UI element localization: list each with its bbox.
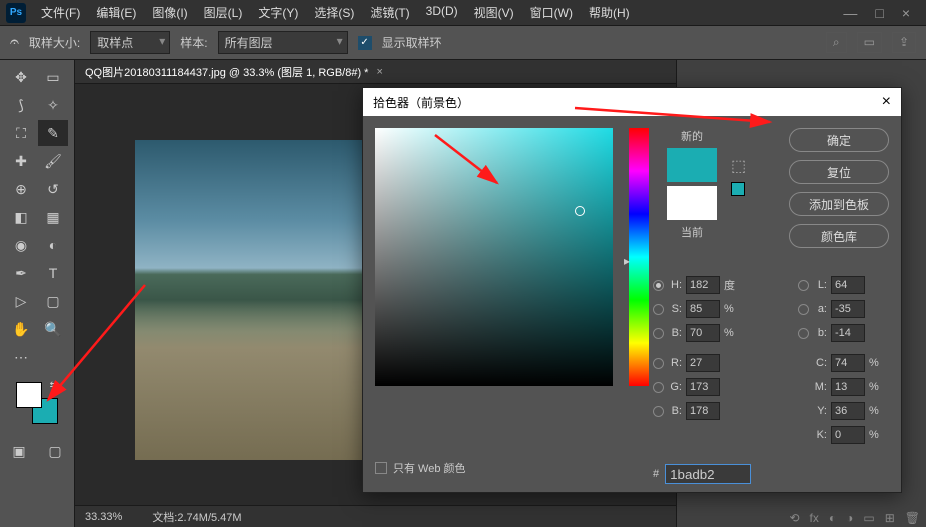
foreground-swatch[interactable] — [16, 382, 42, 408]
annotation-arrow-1 — [0, 0, 926, 527]
